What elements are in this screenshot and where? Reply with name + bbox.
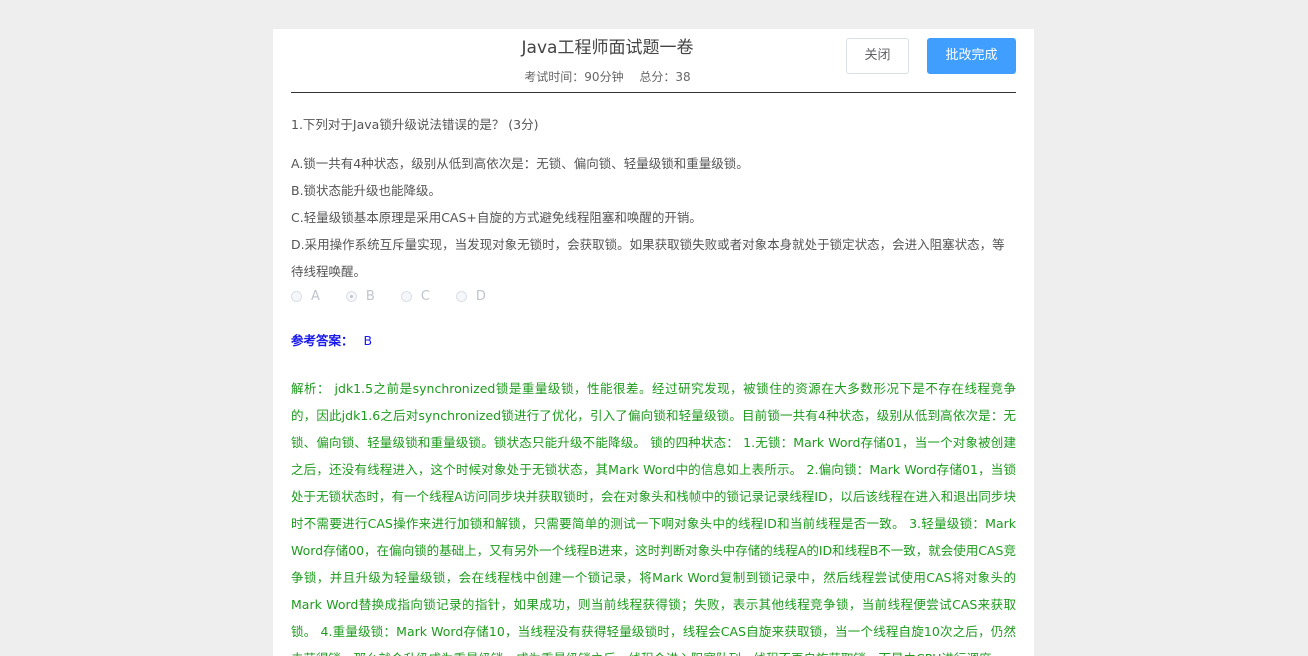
question-text: 1.下列对于Java锁升级说法错误的是？ (3分)	[291, 117, 539, 132]
option-d: D.采用操作系统互斥量实现，当发现对象无锁时，会获取锁。如果获取锁失败或者对象本…	[291, 237, 1005, 279]
option-a: A.锁一共有4种状态，级别从低到高依次是：无锁、偏向锁、轻量级锁和重量级锁。	[291, 156, 749, 171]
option-b: B.锁状态能升级也能降级。	[291, 183, 442, 198]
exam-total-score: 总分：38	[639, 70, 691, 84]
exam-duration: 考试时间：90分钟	[524, 70, 624, 84]
option-c: C.轻量级锁基本原理是采用CAS+自旋的方式避免线程阻塞和唤醒的开销。	[291, 210, 702, 225]
radio-label: D	[475, 288, 486, 304]
question-content: 1.下列对于Java锁升级说法错误的是？ (3分) A.锁一共有4种状态，级别从…	[273, 115, 1034, 656]
radio-circle-icon	[291, 290, 302, 302]
answer-radio-group: A B C D	[291, 285, 1016, 307]
radio-d[interactable]: D	[455, 288, 486, 304]
radio-a[interactable]: A	[291, 289, 320, 304]
exam-header: Java工程师面试题一卷 考试时间：90分钟 总分：38 关闭 批改完成	[291, 29, 1016, 93]
reference-answer-label: 参考答案：	[291, 333, 354, 348]
reference-answer-value: B	[363, 333, 373, 348]
radio-label: B	[365, 288, 375, 304]
answer-analysis: 解析： jdk1.5之前是synchronized锁是重量级锁，性能很差。经过研…	[291, 381, 1016, 656]
grading-complete-button[interactable]: 批改完成	[927, 38, 1016, 74]
radio-c[interactable]: C	[400, 288, 430, 304]
exam-meta: 考试时间：90分钟 总分：38	[291, 68, 924, 85]
exam-title: Java工程师面试题一卷	[521, 38, 694, 58]
radio-circle-icon	[400, 290, 412, 302]
radio-checked-icon	[345, 290, 357, 302]
radio-label: C	[420, 288, 430, 304]
radio-label: A	[311, 288, 320, 304]
close-button[interactable]: 关闭	[846, 38, 909, 74]
radio-b[interactable]: B	[345, 288, 375, 304]
reference-answer: 参考答案： B	[291, 331, 1016, 351]
exam-paper: Java工程师面试题一卷 考试时间：90分钟 总分：38 关闭 批改完成 1.下…	[273, 29, 1034, 656]
option-list: A.锁一共有4种状态，级别从低到高依次是：无锁、偏向锁、轻量级锁和重量级锁。 B…	[291, 150, 1016, 285]
radio-circle-icon	[455, 290, 467, 302]
